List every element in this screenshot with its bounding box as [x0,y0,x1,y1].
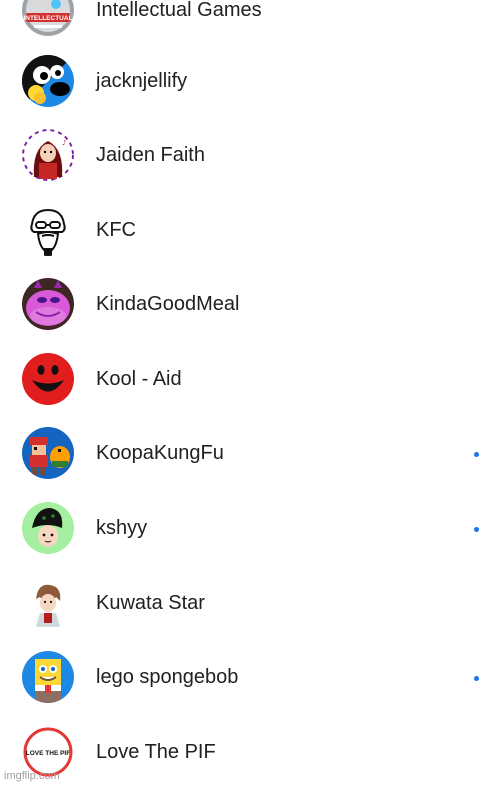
jacknjellify-avatar-icon [22,55,74,107]
channel-row-lego-spongebob[interactable]: lego spongebob [0,640,500,714]
kindagoodmeal-avatar-icon [22,278,74,330]
channel-name: Intellectual Games [96,0,262,21]
channel-row-kfc[interactable]: KFC [0,193,500,267]
kool-aid-man-icon [22,353,74,405]
channel-name: Kuwata Star [96,592,205,614]
svg-text:♪: ♪ [62,139,66,147]
new-content-dot [474,527,479,532]
channel-name: KFC [96,219,136,241]
koopakungfu-avatar-icon [22,427,74,479]
channel-name: lego spongebob [96,666,239,688]
kuwata-star-avatar-icon [22,577,74,629]
kfc-colonel-icon [22,204,74,256]
channel-row-love-the-pif[interactable]: LOVE THE PIF Love The PIF [0,715,500,789]
channel-row-jacknjellify[interactable]: jacknjellify [0,44,500,118]
pif-logo-text: LOVE THE PIF [26,750,70,757]
imgflip-watermark: imgflip.com [4,770,60,782]
lego-spongebob-avatar-icon [22,651,74,703]
channel-name: KoopaKungFu [96,442,224,464]
channel-name: kshyy [96,517,148,539]
channel-row-kshyy[interactable]: kshyy [0,491,500,565]
intellectual-logo-text: INTELLECTUAL [23,15,72,22]
channel-name: Kool - Aid [96,368,182,390]
channel-row-kool-aid[interactable]: Kool - Aid [0,342,500,416]
channel-row-jaiden-faith[interactable]: ♪ Jaiden Faith [0,118,500,192]
channel-name: jacknjellify [96,70,188,92]
intellectual-games-logo-icon: INTELLECTUAL [22,0,74,36]
channel-name: KindaGoodMeal [96,293,240,315]
new-content-dot [474,676,479,681]
channel-row-koopakungfu[interactable]: KoopaKungFu [0,416,500,490]
channel-row-kindagoodmeal[interactable]: KindaGoodMeal [0,267,500,341]
kshyy-avatar-icon [22,502,74,554]
channel-name: Love The PIF [96,741,216,763]
channel-row-intellectual-games[interactable]: INTELLECTUAL Intellectual Games [0,0,500,47]
new-content-dot [474,452,479,457]
channel-row-kuwata-star[interactable]: Kuwata Star [0,566,500,640]
channel-name: Jaiden Faith [96,144,205,166]
jaiden-faith-avatar-icon: ♪ [22,129,74,181]
